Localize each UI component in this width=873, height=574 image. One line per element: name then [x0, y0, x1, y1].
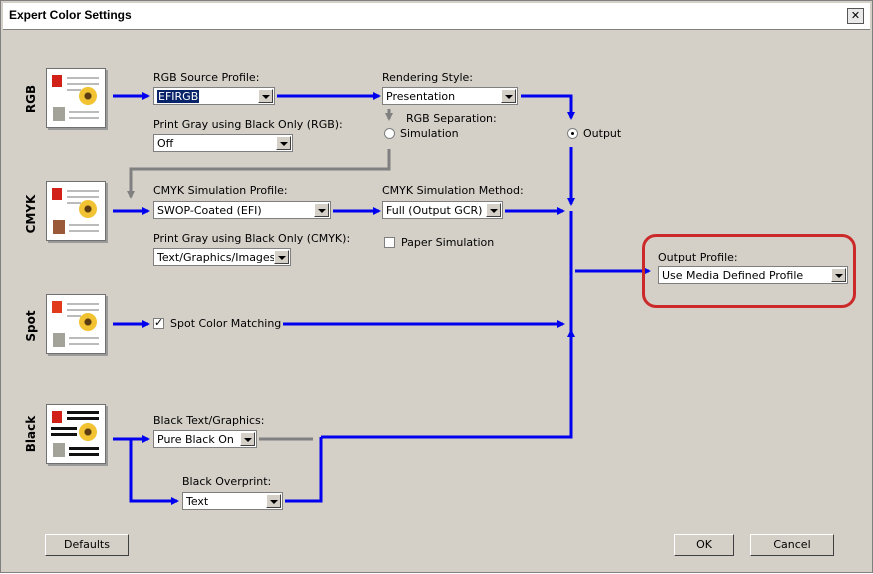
cmyk-print-gray-label: Print Gray using Black Only (CMYK):	[153, 232, 351, 245]
dropdown-arrow-icon[interactable]	[266, 494, 281, 508]
cmyk-simulation-method-dropdown[interactable]: Full (Output GCR)	[382, 201, 503, 219]
rgb-source-profile-dropdown[interactable]: EFIRGB	[153, 87, 275, 105]
black-overprint-value: Text	[186, 495, 209, 508]
output-profile-label: Output Profile:	[658, 251, 738, 264]
dropdown-arrow-icon[interactable]	[240, 432, 255, 446]
paper-simulation-label: Paper Simulation	[401, 236, 495, 249]
rgb-source-profile-value: EFIRGB	[157, 90, 200, 103]
row-label-rgb: RGB	[24, 84, 38, 114]
cmyk-print-gray-dropdown[interactable]: Text/Graphics/Images	[153, 248, 291, 266]
rendering-style-value: Presentation	[386, 90, 456, 103]
black-overprint-dropdown[interactable]: Text	[182, 492, 283, 510]
simulation-radio-label: Simulation	[400, 127, 459, 140]
rgb-separation-label: RGB Separation:	[406, 112, 497, 125]
black-text-graphics-label: Black Text/Graphics:	[153, 414, 265, 427]
cmyk-simulation-method-label: CMYK Simulation Method:	[382, 184, 524, 197]
black-document-thumbnail-icon	[46, 404, 106, 464]
spot-document-thumbnail-icon	[46, 294, 106, 354]
dropdown-arrow-icon[interactable]	[274, 250, 289, 264]
cmyk-simulation-method-value: Full (Output GCR)	[386, 204, 483, 217]
rgb-print-gray-value: Off	[157, 137, 174, 150]
rgb-document-thumbnail-icon	[46, 68, 106, 128]
cmyk-simulation-profile-dropdown[interactable]: SWOP-Coated (EFI)	[153, 201, 331, 219]
dropdown-arrow-icon[interactable]	[276, 136, 291, 150]
black-text-graphics-value: Pure Black On	[157, 433, 234, 446]
ok-button[interactable]: OK	[674, 534, 734, 556]
output-profile-value: Use Media Defined Profile	[662, 269, 804, 282]
cmyk-print-gray-value: Text/Graphics/Images	[157, 251, 276, 264]
rendering-style-label: Rendering Style:	[382, 71, 474, 84]
spot-color-matching-label: Spot Color Matching	[170, 317, 282, 330]
row-label-cmyk: CMYK	[24, 194, 38, 234]
cmyk-document-thumbnail-icon	[46, 181, 106, 241]
output-radio[interactable]	[567, 128, 578, 139]
expert-color-settings-dialog: Expert Color Settings ✕ RGB CMYK Spot Bl…	[0, 0, 873, 573]
paper-simulation-checkbox[interactable]	[384, 237, 395, 248]
rendering-style-dropdown[interactable]: Presentation	[382, 87, 518, 105]
flow-black-down	[129, 439, 179, 505]
black-text-graphics-dropdown[interactable]: Pure Black On	[153, 430, 257, 448]
dropdown-arrow-icon[interactable]	[501, 89, 516, 103]
dropdown-arrow-icon[interactable]	[314, 203, 329, 217]
output-radio-label: Output	[583, 127, 622, 140]
output-profile-dropdown[interactable]: Use Media Defined Profile	[658, 266, 848, 284]
row-label-black: Black	[24, 415, 38, 453]
simulation-radio[interactable]	[384, 128, 395, 139]
rgb-source-profile-label: RGB Source Profile:	[153, 71, 260, 84]
rgb-print-gray-dropdown[interactable]: Off	[153, 134, 293, 152]
cmyk-simulation-profile-label: CMYK Simulation Profile:	[153, 184, 288, 197]
flow-overprint-up	[285, 437, 323, 503]
defaults-button[interactable]: Defaults	[45, 534, 129, 556]
dropdown-arrow-icon[interactable]	[258, 89, 273, 103]
flow-rendering	[521, 94, 575, 120]
rgb-print-gray-label: Print Gray using Black Only (RGB):	[153, 118, 343, 131]
black-overprint-label: Black Overprint:	[182, 475, 272, 488]
cmyk-simulation-profile-value: SWOP-Coated (EFI)	[157, 204, 262, 217]
spot-color-matching-checkbox[interactable]	[153, 316, 164, 329]
dropdown-arrow-icon[interactable]	[486, 203, 501, 217]
cancel-button[interactable]: Cancel	[750, 534, 834, 556]
row-label-spot: Spot	[24, 310, 38, 342]
dropdown-arrow-icon[interactable]	[831, 268, 846, 282]
